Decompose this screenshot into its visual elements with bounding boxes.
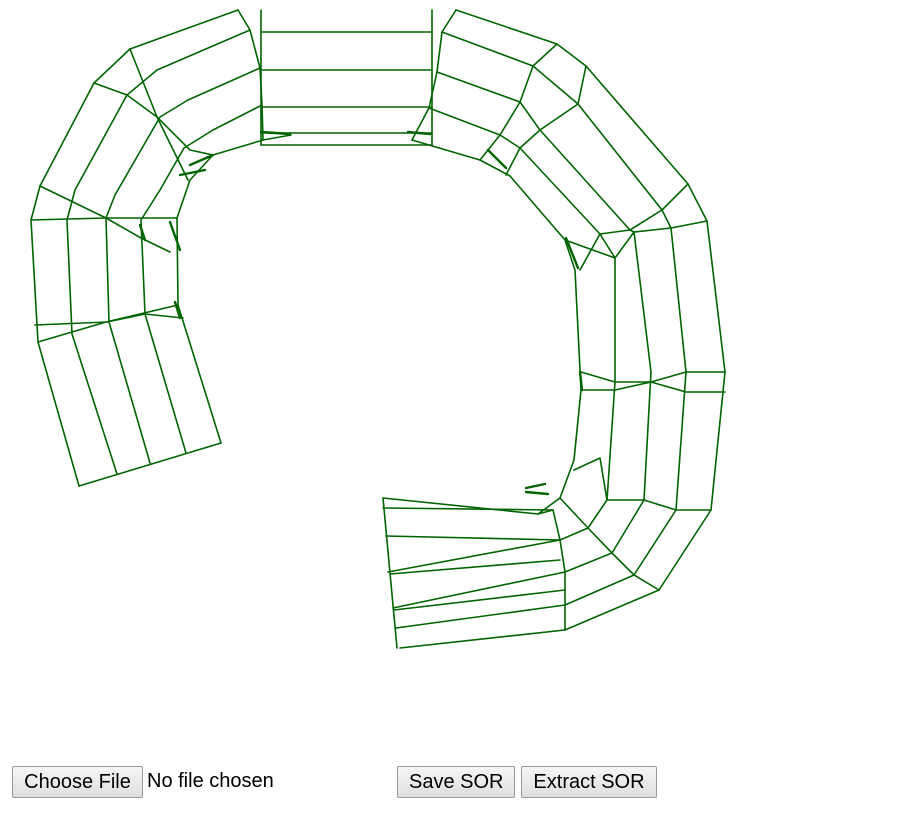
tube-left-end-cap — [78, 442, 222, 487]
tube-left-cross-7 — [237, 9, 264, 141]
tube-right-cross-1 — [411, 9, 457, 141]
tube-top-rings — [260, 31, 433, 146]
tube-top-outer-shell — [260, 9, 433, 146]
choose-file-button[interactable]: Choose File — [12, 766, 143, 798]
tube-left-ring-2 — [66, 29, 251, 475]
tube-left-cross-3 — [30, 217, 178, 221]
tube-left-inner-shell — [176, 134, 292, 444]
save-sor-button[interactable]: Save SOR — [397, 766, 515, 798]
tube-right-end-rings — [382, 507, 566, 611]
file-status-text: No file chosen — [147, 770, 274, 792]
tube-left-ring-3 — [105, 67, 261, 464]
tube-right-cross-7 — [580, 381, 726, 393]
tube-left-cross-5 — [93, 82, 214, 156]
file-controls: Choose File No file chosen Save SOR Extr… — [12, 766, 712, 798]
tube-right-cross-10 — [537, 509, 566, 631]
tube-right-cross-4 — [579, 183, 689, 271]
tube-joint-details — [138, 130, 584, 496]
drawing-canvas[interactable] — [0, 0, 915, 740]
tube-left-ring-4 — [140, 104, 263, 454]
tube-right-cross-9 — [559, 497, 660, 591]
tube-left-outer-shell — [30, 9, 239, 487]
wireframe-drawing — [30, 9, 726, 649]
tube-right-ring-3 — [392, 71, 652, 609]
wireframe-tube-model — [30, 9, 726, 649]
tube-right-ring-2 — [395, 31, 687, 629]
extract-sor-button[interactable]: Extract SOR — [521, 766, 657, 798]
tube-right-cross-3 — [505, 65, 587, 176]
tube-right-cross-6 — [580, 371, 726, 383]
